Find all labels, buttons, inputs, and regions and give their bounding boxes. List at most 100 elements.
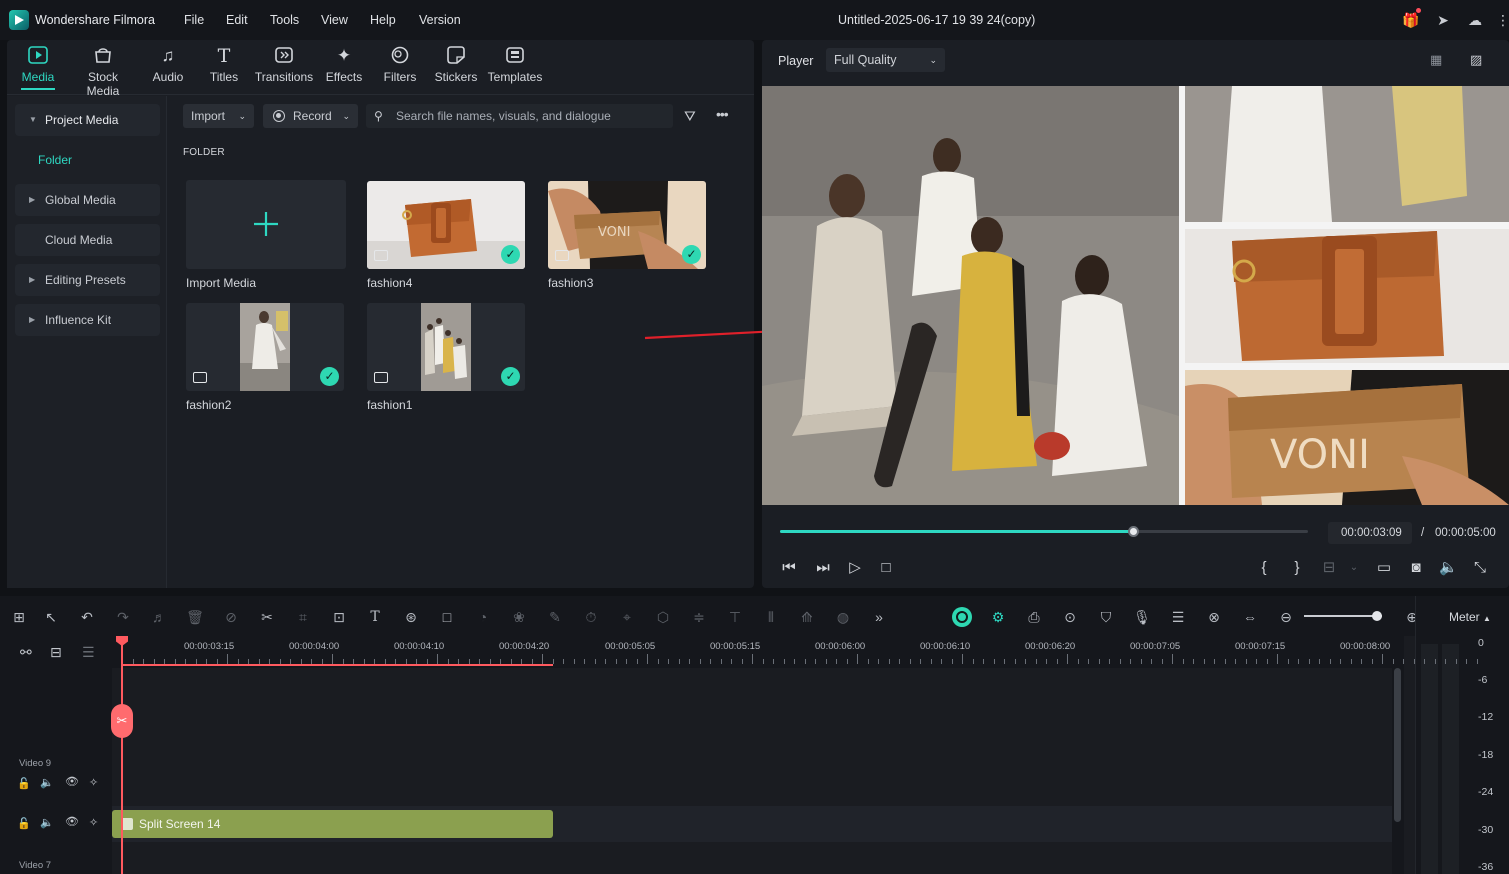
more-options-icon[interactable]: ••• [716, 106, 736, 122]
tab-titles-label: Titles [209, 70, 239, 84]
tab-filters[interactable]: Filters [380, 46, 420, 92]
sidebar-item-influence-kit[interactable]: ▶ Influence Kit [15, 304, 160, 336]
grid-view-icon[interactable]: ▦ [1430, 52, 1450, 68]
track-video-9-lane[interactable] [112, 668, 1392, 806]
zoom-slider-track[interactable] [1304, 615, 1382, 617]
import-dropdown[interactable]: Import ⌄ [183, 104, 254, 128]
track-manage-icon: ☰ [82, 644, 95, 660]
more-icon[interactable]: ⋮ [1494, 11, 1509, 29]
volume-icon[interactable]: 🔈 [1439, 559, 1458, 577]
ai-magnet-icon[interactable]: ⚙ [989, 608, 1007, 626]
layout-icon[interactable]: ⊞ [10, 608, 28, 626]
quality-select[interactable]: Full Quality ⌄ [826, 48, 945, 72]
tab-effects[interactable]: ✦ Effects [323, 46, 365, 92]
menu-version[interactable]: Version [419, 13, 461, 27]
fullscreen-icon[interactable]: ⤡ [1471, 559, 1489, 577]
magic-icon[interactable]: ✧ [89, 816, 98, 829]
meter-bar-left [1421, 644, 1438, 874]
previous-frame-icon[interactable]: ⏮ [780, 559, 798, 577]
menu-edit[interactable]: Edit [226, 13, 248, 27]
ruler-tick [930, 659, 932, 664]
link-icon[interactable]: ⊟ [50, 644, 62, 661]
send-feedback-icon[interactable]: ➤ [1434, 11, 1452, 29]
fashion2-thumbnail [240, 303, 290, 391]
sidebar-folder[interactable]: Folder [38, 153, 72, 167]
progress-handle[interactable] [1128, 526, 1139, 537]
shield-icon[interactable]: ⛉ [1097, 608, 1115, 626]
lock-icon[interactable]: 🔓 [17, 777, 31, 790]
lock-icon[interactable]: 🔓 [17, 817, 31, 830]
auto-ripple-toggle[interactable] [952, 607, 972, 627]
media-item-fashion3[interactable]: VONI ✓ [548, 181, 706, 269]
snapshot-view-icon[interactable]: ▨ [1470, 52, 1490, 68]
undo-icon[interactable]: ↶ [78, 608, 96, 626]
freeze-frame-icon[interactable]: ⊡ [330, 608, 348, 626]
import-media-card[interactable] [186, 180, 346, 269]
media-search-input[interactable]: ⚲ Search file names, visuals, and dialog… [366, 104, 673, 128]
mute-icon[interactable]: 🔈 [40, 776, 54, 789]
menu-tools[interactable]: Tools [270, 13, 299, 27]
split-scissors-icon[interactable]: ✂ [258, 608, 276, 626]
tab-titles[interactable]: T Titles [205, 46, 243, 92]
zoom-slider-handle[interactable] [1372, 611, 1382, 621]
unlink-icon[interactable]: ⚯ [20, 644, 32, 661]
tab-audio[interactable]: ♫ Audio [148, 46, 188, 92]
filter-icon[interactable]: ⛛ [684, 108, 704, 124]
more-tools-icon[interactable]: » [870, 608, 888, 626]
preview-play-icon[interactable]: ⊙ [1061, 608, 1079, 626]
stop-icon[interactable]: □ [877, 559, 895, 577]
fit-timeline-icon[interactable]: ⇔ [1241, 608, 1259, 626]
chevron-down-icon: ⌄ [1349, 562, 1359, 573]
tab-stickers[interactable]: Stickers [434, 46, 478, 92]
zoom-out-icon[interactable]: ⊖ [1277, 608, 1295, 626]
ai-effect-icon[interactable]: ⊛ [402, 608, 420, 626]
next-frame-icon[interactable]: ⏭ [814, 559, 832, 577]
gift-icon[interactable]: 🎁 [1402, 11, 1420, 29]
tab-transitions[interactable]: Transitions [254, 46, 314, 92]
magic-icon[interactable]: ✧ [89, 776, 98, 789]
tab-media[interactable]: Media [18, 46, 58, 92]
mute-icon[interactable]: 🔈 [40, 816, 54, 829]
render-icon[interactable]: ⎙ [1025, 608, 1043, 626]
audio-mixer-icon[interactable]: ☰ [1169, 608, 1187, 626]
menu-file[interactable]: File [184, 13, 204, 27]
meter-dropdown[interactable]: Meter ▲ [1449, 610, 1491, 624]
playhead-scissors-icon[interactable]: ✂ [111, 704, 133, 738]
media-item-fashion1[interactable]: ✓ [367, 303, 525, 391]
menu-view[interactable]: View [321, 13, 348, 27]
work-area-bar[interactable] [122, 664, 553, 666]
text-icon[interactable]: T [366, 608, 384, 626]
shape-icon[interactable]: □ [438, 608, 456, 626]
sidebar-item-global-media[interactable]: ▶ Global Media [15, 184, 160, 216]
timeline-clip-split-screen[interactable]: Split Screen 14 [112, 810, 553, 838]
select-arrow-icon[interactable]: ↖ [42, 608, 60, 626]
record-dropdown[interactable]: Record ⌄ [263, 104, 358, 128]
ruler-tick [605, 659, 606, 664]
menu-help[interactable]: Help [370, 13, 396, 27]
display-icon[interactable]: ▭ [1375, 559, 1393, 577]
timeline-scrollbar-thumb[interactable] [1394, 668, 1401, 822]
media-item-fashion4[interactable]: ✓ [367, 181, 525, 269]
sidebar-item-cloud-media[interactable]: Cloud Media [15, 224, 160, 256]
ruler-tick [983, 659, 984, 664]
mark-in-icon[interactable]: { [1255, 559, 1273, 577]
speed-ramp-icon[interactable]: ⊗ [1205, 608, 1223, 626]
play-icon[interactable]: ▷ [846, 559, 864, 577]
video-preview[interactable]: VONI [762, 86, 1509, 505]
preview-frame: VONI [762, 86, 1509, 505]
eye-icon[interactable]: 👁 [65, 775, 79, 788]
image-type-icon [374, 372, 388, 383]
playhead-line[interactable] [121, 640, 123, 874]
mark-out-icon[interactable]: } [1288, 559, 1306, 577]
sidebar-item-editing-presets[interactable]: ▶ Editing Presets [15, 264, 160, 296]
ruler-tick [1329, 659, 1331, 664]
cloud-icon[interactable]: ☁ [1466, 11, 1484, 29]
sidebar-item-project-media[interactable]: ▼ Project Media [15, 104, 160, 136]
eye-icon[interactable]: 👁 [65, 815, 79, 828]
tab-templates[interactable]: Templates [486, 46, 544, 92]
tab-stock-media[interactable]: Stock Media [70, 46, 136, 98]
camera-icon[interactable]: ◙ [1407, 559, 1425, 577]
media-item-fashion2[interactable]: ✓ [186, 303, 344, 391]
microphone-icon[interactable]: 🎙 [1133, 608, 1151, 626]
track-video-7-lane[interactable] [112, 842, 1392, 874]
